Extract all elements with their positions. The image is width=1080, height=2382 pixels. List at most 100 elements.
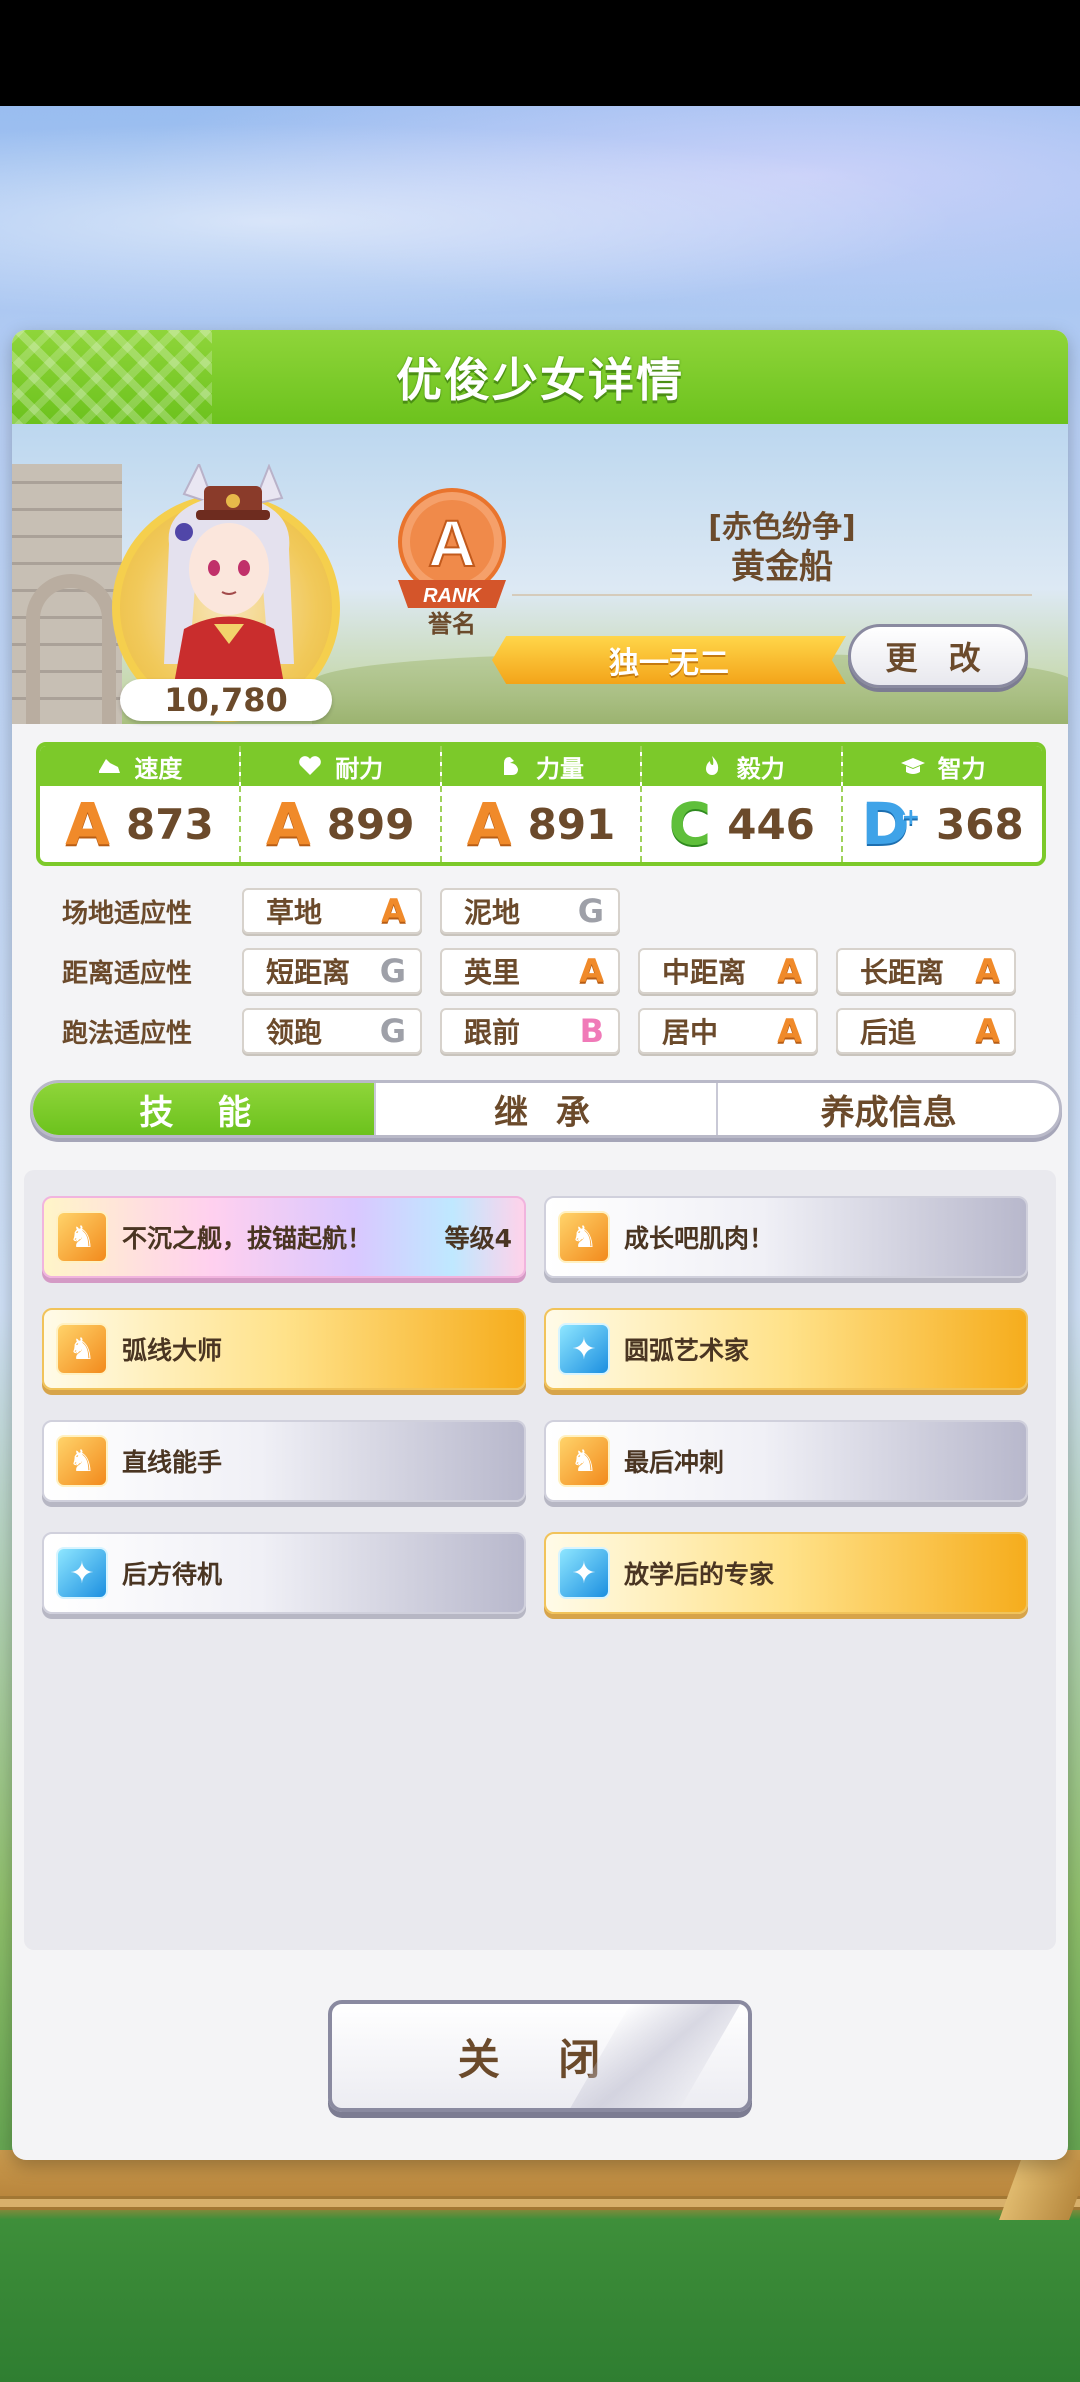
stat-value: 368 [936,799,1024,849]
evaluation-score: 10,780 [120,679,332,721]
tab-training-info[interactable]: 养成信息 [718,1083,1059,1135]
aptitude-grade: A [975,952,1000,990]
aptitude-grade: G [379,1012,406,1050]
sparkle-icon: ✦ [558,1547,610,1599]
stat-wisdom: 智力 D+ 368 [843,746,1042,862]
horse-shoe-icon: ♞ [558,1211,610,1263]
skill-name: 弧线大师 [122,1336,223,1365]
skill-card[interactable]: ✦ 放学后的专家 [544,1532,1028,1614]
aptitude-label: 场地适应性 [62,898,193,929]
sparkle-icon: ✦ [56,1547,108,1599]
skill-level: 等级4 [444,1224,512,1253]
stat-grade: A [466,790,513,858]
stat-value: 891 [527,799,616,849]
aptitude-chip: 草地 A [242,888,422,934]
horse-shoe-icon: ♞ [558,1435,610,1487]
skills-list: ♞ 不沉之舰，拔锚起航！ 等级4 ♞ 成长吧肌肉！ ♞ 弧线大师 ✦ 圆弧艺术家… [24,1170,1056,1950]
stat-speed: 速度 A 873 [40,746,241,862]
aptitude-grade: G [577,892,604,930]
aptitude-grade: B [579,1012,604,1050]
aptitude-chip: 跟前 B [440,1008,620,1054]
detail-tabs: 技 能 继 承 养成信息 [30,1080,1062,1138]
rank-caption: 誉名 [428,610,476,638]
skill-name: 成长吧肌肉！ [624,1224,775,1253]
background-sky [0,106,1080,336]
stat-value: 446 [727,799,815,849]
aptitude-distance-row: 距离适应性 短距离 G 英里 A 中距离 A 长距离 A [62,948,1034,994]
flame-icon [705,756,718,775]
aptitude-chip: 英里 A [440,948,620,994]
aptitude-grade: A [777,1012,802,1050]
aptitude-chip: 长距离 A [836,948,1016,994]
background-rail [0,2196,1080,2210]
status-bar [0,0,1080,106]
horse-shoe-icon: ♞ [56,1211,108,1263]
horse-shoe-icon: ♞ [56,1435,108,1487]
aptitude-style-row: 跑法适应性 领跑 G 跟前 B 居中 A 后追 A [62,1008,1034,1054]
aptitude-chip: 后追 A [836,1008,1016,1054]
tab-inheritance[interactable]: 继 承 [376,1083,719,1135]
stat-power: 力量 A 891 [441,746,643,862]
stat-label: 耐力 [335,754,384,783]
stat-label: 毅力 [736,754,785,783]
skill-name: 后方待机 [122,1560,223,1589]
aptitude-chip: 居中 A [638,1008,818,1054]
skill-name: 圆弧艺术家 [624,1336,750,1365]
rank-letter: A [428,506,476,580]
aptitude-grade: G [379,952,406,990]
shoe-icon [99,759,121,773]
stat-grade: D+ [860,790,921,858]
aptitude-label: 跑法适应性 [62,1018,193,1049]
avatar[interactable] [144,464,314,684]
skill-name: 不沉之舰，拔锚起航！ [122,1224,373,1253]
close-button[interactable]: 关 闭 [328,2000,752,2112]
skill-name: 直线能手 [122,1448,223,1477]
panel-title: 优俊少女详情 [396,353,684,407]
skill-card[interactable]: ♞ 直线能手 [42,1420,526,1502]
aptitude-grade: A [975,1012,1000,1050]
aptitude-track-row: 场地适应性 草地 A 泥地 G [62,888,638,934]
aptitude-chip: 中距离 A [638,948,818,994]
skill-card[interactable]: ✦ 后方待机 [42,1532,526,1614]
aptitude-grade: A [777,952,802,990]
change-button[interactable]: 更 改 [848,624,1028,688]
panel-header: 优俊少女详情 [12,330,1068,424]
stats-panel: 速度 A 873 耐力 A 899 力量 A 891 毅力 C 446 智力 D… [36,742,1046,866]
title-ribbon: 独一无二 [492,636,846,684]
stat-guts: 毅力 C 446 [642,746,844,862]
stat-value: 873 [126,799,214,849]
graduation-cap-icon [900,758,925,774]
grade-plus: + [901,804,921,830]
skill-card[interactable]: ♞ 不沉之舰，拔锚起航！ 等级4 [42,1196,526,1278]
stat-label: 速度 [134,754,183,783]
character-name: 黄金船 [731,547,833,587]
stat-label: 智力 [937,754,986,783]
horse-shoe-icon: ♞ [56,1323,108,1375]
divider [512,594,1032,596]
sparkle-icon: ✦ [558,1323,610,1375]
muscle-icon [503,757,518,775]
skill-name: 放学后的专家 [624,1560,775,1589]
heart-icon [299,756,322,775]
stat-stamina: 耐力 A 899 [240,746,442,862]
stat-grade: C [668,790,713,858]
aptitude-grade: A [381,892,406,930]
skill-card[interactable]: ♞ 最后冲刺 [544,1420,1028,1502]
skill-card[interactable]: ♞ 成长吧肌肉！ [544,1196,1028,1278]
aptitude-chip: 泥地 G [440,888,620,934]
aptitude-chip: 短距离 G [242,948,422,994]
aptitude-grade: A [579,952,604,990]
background-arch [26,574,116,724]
aptitude-chip: 领跑 G [242,1008,422,1054]
aptitude-label: 距离适应性 [62,958,193,989]
tab-skills[interactable]: 技 能 [33,1083,376,1135]
stat-value: 899 [326,799,415,849]
background-ground [0,2150,1080,2382]
character-hero: 10,780 A RANK 誉名 [赤色纷争] 黄金船 独一无二 更 改 [12,424,1068,724]
stat-label: 力量 [535,754,584,783]
skill-card[interactable]: ♞ 弧线大师 [42,1308,526,1390]
skill-name: 最后冲刺 [624,1448,725,1477]
uma-detail-panel: 优俊少女详情 10,780 A RANK 誉名 [赤色纷争] 黄金船 独一无二 … [12,330,1068,2160]
stat-grade: A [64,790,111,858]
skill-card[interactable]: ✦ 圆弧艺术家 [544,1308,1028,1390]
